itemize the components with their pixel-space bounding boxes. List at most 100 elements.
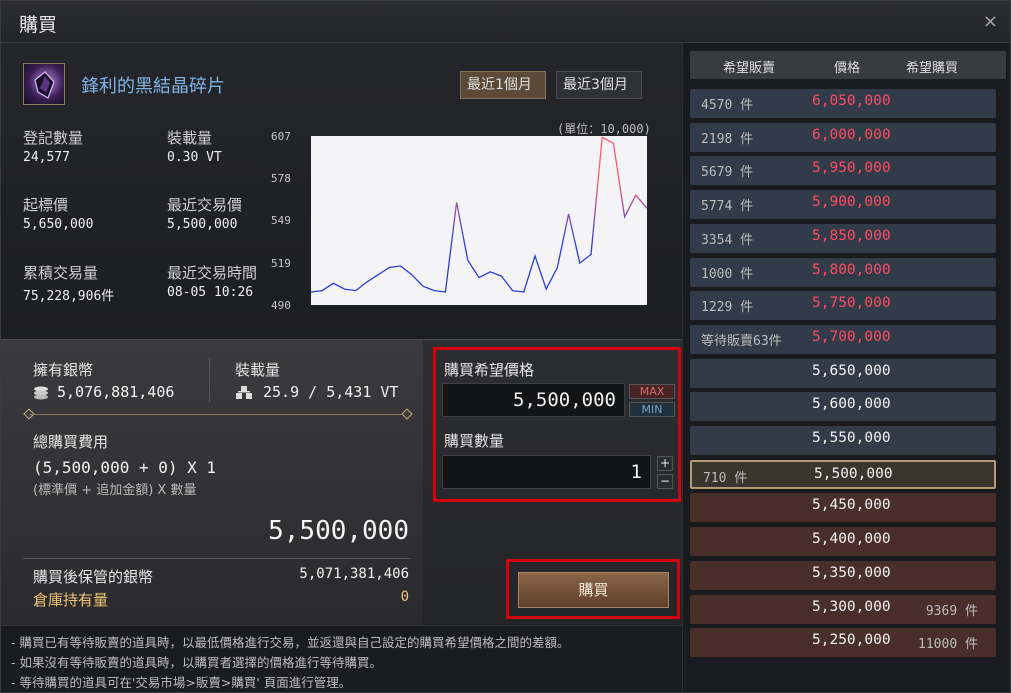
inventory-weight-label: 裝載量 — [235, 361, 281, 379]
purchase-window: 購買 × 鋒利的黑結晶碎片 最近1個月 最近3個月 登記數量 24,577 裝載… — [0, 0, 1011, 693]
price-history-chart: 6075785495194907/67/167/268/5 — [271, 130, 648, 309]
order-book-row[interactable]: 1000 件 5,800,000 — [690, 257, 996, 287]
title-bar: 購買 × — [1, 1, 1010, 43]
note-line: - 如果沒有等待販賣的道具時，以購買者選擇的價格進行等待購買。 — [11, 655, 382, 670]
row-sell-count: 等待販賣63件 — [701, 333, 782, 349]
header-sell-wish: 希望販賣 — [723, 61, 776, 76]
total-trades-value: 75,228,906件 — [23, 289, 115, 304]
row-price: 5,650,000 — [812, 362, 891, 379]
last-trade-time-label: 最近交易時間 — [167, 264, 258, 282]
tab-last-3-months[interactable]: 最近3個月 — [556, 71, 642, 99]
order-book-row[interactable]: 4570 件 6,050,000 — [690, 89, 996, 118]
item-weight-value: 0.30 VT — [167, 150, 222, 165]
row-sell-count: 3354 件 — [701, 232, 754, 248]
y-tick-label: 607 — [271, 130, 291, 143]
last-price-label: 最近交易價 — [167, 196, 243, 214]
storage-holding-value: 0 — [400, 589, 409, 605]
total-divider — [23, 558, 411, 559]
order-book-row[interactable]: 5,400,000 — [690, 527, 996, 557]
y-tick-label: 549 — [271, 214, 291, 227]
y-tick-label: 578 — [271, 172, 291, 185]
row-price: 5,950,000 — [812, 160, 891, 177]
order-book-row[interactable]: 2198 件 6,000,000 — [690, 122, 996, 152]
note-line: - 購買已有等待販賣的道具時，以最低價格進行交易，並返還與自己設定的購買希望價格… — [11, 635, 570, 650]
row-price: 5,400,000 — [812, 531, 891, 548]
weight-icon — [235, 385, 253, 399]
header-buy-wish: 希望購買 — [906, 61, 959, 76]
inventory-weight-value: 25.9 / 5,431 VT — [263, 383, 399, 401]
order-book-row[interactable]: 5,300,000 9369 件 — [690, 594, 996, 624]
notes-panel: - 購買已有等待販賣的道具時，以最低價格進行交易，並返還與自己設定的購買希望價格… — [1, 625, 682, 692]
cost-summary-panel: 擁有銀幣 5,076,881,406 裝載量 25.9 / 5,431 VT 總… — [1, 339, 423, 625]
item-name: 鋒利的黑結晶碎片 — [81, 76, 225, 97]
row-price: 6,000,000 — [812, 126, 891, 143]
row-price: 5,450,000 — [812, 497, 891, 514]
order-book-row[interactable]: 5679 件 5,950,000 — [690, 156, 996, 186]
close-icon[interactable]: × — [983, 11, 998, 32]
row-price: 5,700,000 — [812, 328, 891, 345]
order-book-row[interactable]: 5774 件 5,900,000 — [690, 190, 996, 220]
row-buy-count: 11000 件 — [918, 637, 978, 653]
total-cost-label: 總購買費用 — [33, 433, 109, 451]
row-price: 5,550,000 — [812, 430, 891, 446]
row-price: 5,300,000 — [812, 598, 891, 615]
order-book-row[interactable]: 等待販賣63件 5,700,000 — [690, 324, 996, 354]
item-info-panel: 鋒利的黑結晶碎片 最近1個月 最近3個月 登記數量 24,577 裝載量 0.3… — [1, 43, 682, 339]
y-tick-label: 490 — [271, 299, 291, 309]
divider-ornament-right — [401, 408, 413, 420]
order-book-row[interactable]: 5,600,000 — [690, 392, 996, 422]
order-book-row[interactable]: 5,650,000 — [690, 358, 996, 388]
row-sell-count: 1229 件 — [701, 300, 754, 316]
order-book-row[interactable]: 3354 件 5,850,000 — [690, 223, 996, 253]
row-sell-count: 710 件 — [703, 470, 748, 486]
item-weight-label: 裝載量 — [167, 129, 213, 147]
row-sell-count: 2198 件 — [701, 131, 754, 147]
silver-label: 擁有銀幣 — [33, 361, 94, 379]
section-divider — [29, 414, 409, 415]
row-sell-count: 4570 件 — [701, 98, 754, 113]
registered-count-value: 24,577 — [23, 150, 70, 165]
silver-after-purchase-label: 購買後保管的銀幣 — [33, 568, 154, 586]
cost-formula-hint: (標準價 + 追加金額) X 數量 — [33, 483, 197, 498]
order-book-row[interactable]: 710 件 5,500,000 — [690, 459, 996, 489]
last-price-value: 5,500,000 — [167, 217, 238, 232]
note-line: - 等待購買的道具可在'交易市場>販賣>購買' 頁面進行管理。 — [11, 675, 352, 690]
order-book-row[interactable]: 1229 件 5,750,000 — [690, 291, 996, 321]
order-book-row[interactable]: 5,350,000 — [690, 560, 996, 590]
total-trades-label: 累積交易量 — [23, 264, 99, 282]
base-price-value: 5,650,000 — [23, 217, 94, 232]
tab-last-1-month[interactable]: 最近1個月 — [460, 71, 546, 99]
order-book-row[interactable]: 5,250,000 11000 件 — [690, 628, 996, 658]
row-sell-count: 5679 件 — [701, 165, 754, 181]
header-price: 價格 — [834, 61, 861, 76]
y-tick-label: 519 — [271, 257, 291, 270]
black-crystal-shard-icon — [23, 63, 65, 105]
row-price: 5,350,000 — [812, 564, 891, 581]
last-trade-time-value: 08-05 10:26 — [167, 285, 254, 300]
row-price: 6,050,000 — [812, 93, 891, 109]
order-book-header: 希望販賣 價格 希望購買 — [690, 51, 1006, 79]
row-sell-count: 5774 件 — [701, 199, 754, 215]
row-price: 5,600,000 — [812, 396, 891, 413]
column-divider — [209, 358, 210, 402]
silver-after-purchase-value: 5,071,381,406 — [299, 566, 409, 582]
buy-highlight-box — [506, 559, 680, 619]
base-price-label: 起標價 — [23, 196, 69, 214]
row-sell-count: 1000 件 — [701, 266, 754, 282]
silver-coins-icon — [33, 385, 49, 400]
row-price: 5,250,000 — [812, 632, 891, 649]
order-book-row[interactable]: 5,450,000 — [690, 493, 996, 523]
input-highlight-box — [433, 347, 681, 502]
registered-count-label: 登記數量 — [23, 129, 84, 147]
storage-holding-label: 倉庫持有量 — [33, 591, 109, 609]
order-book: 希望販賣 價格 希望購買 4570 件 6,050,000 2198 件 6,000,… — [682, 43, 1010, 692]
cost-formula: (5,500,000 + 0) X 1 — [33, 458, 217, 477]
row-price: 5,500,000 — [814, 465, 893, 482]
row-price: 5,750,000 — [812, 295, 891, 312]
total-cost-value: 5,500,000 — [268, 516, 409, 546]
window-title: 購買 — [19, 14, 58, 36]
row-price: 5,900,000 — [812, 194, 891, 211]
chart-plot-area — [311, 136, 647, 305]
order-book-row[interactable]: 5,550,000 — [690, 426, 996, 455]
row-buy-count: 9369 件 — [925, 603, 978, 619]
